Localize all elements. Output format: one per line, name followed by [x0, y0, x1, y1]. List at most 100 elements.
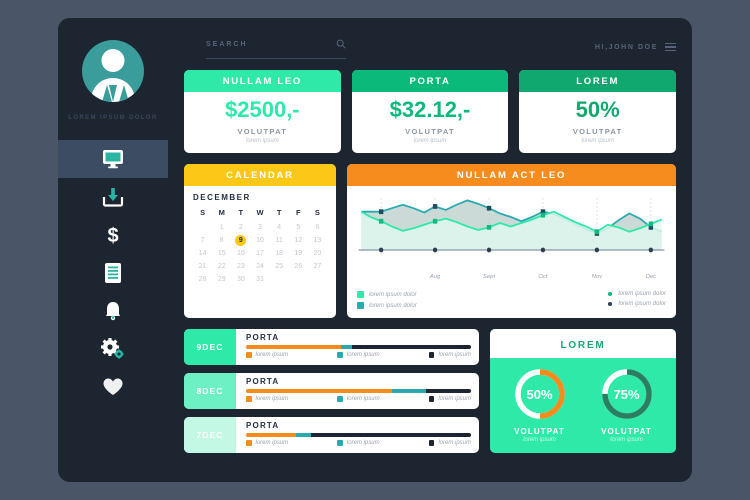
calendar-day-today[interactable]: 9 — [235, 235, 247, 246]
donut-card: LOREM 50% VOLUTPAT lorem ipsum 75% VOLUTPAT l… — [490, 329, 676, 453]
calendar-day[interactable]: 27 — [308, 261, 327, 272]
list-item-date: 8DEC — [184, 373, 236, 409]
legend-label: lorem ipsum dolor — [369, 302, 417, 309]
kpi-card[interactable]: PORTA $32.12,- VOLUTPAT lorem ipsum — [351, 70, 509, 153]
calendar-day[interactable]: 8 — [212, 235, 231, 246]
calendar-day[interactable]: 3 — [250, 222, 269, 233]
calendar-day[interactable]: 16 — [231, 248, 250, 259]
calendar-day[interactable]: 4 — [270, 222, 289, 233]
calendar-day[interactable]: 22 — [212, 261, 231, 272]
sidebar-item-dashboard[interactable] — [58, 140, 168, 178]
calendar-day[interactable]: 14 — [193, 248, 212, 259]
chart-marker — [486, 205, 492, 211]
chart-marker — [432, 218, 438, 224]
calendar-day[interactable]: 11 — [270, 235, 289, 246]
calendar-day[interactable]: 5 — [289, 222, 308, 233]
list-item[interactable]: 7DEC PORTA lorem ipsum lorem ipsum lorem ips… — [184, 417, 479, 453]
kpi-body: $2500,- VOLUTPAT lorem ipsum — [225, 92, 300, 153]
list-item[interactable]: 9DEC PORTA lorem ipsum lorem ipsum lorem ips… — [184, 329, 479, 365]
magnifier-icon[interactable] — [336, 36, 346, 54]
sidebar-item-documents[interactable] — [58, 254, 168, 292]
progress-segment-primary — [246, 389, 393, 393]
calendar-day[interactable]: 28 — [193, 274, 212, 285]
kpi-subtitle: VOLUTPAT — [405, 127, 455, 136]
list-item-body: PORTA lorem ipsum lorem ipsum lorem ipsum — [236, 373, 479, 409]
list-item-date: 9DEC — [184, 329, 236, 365]
legend-label: lorem ipsum dolor — [618, 301, 666, 307]
calendar-day[interactable]: 29 — [212, 274, 231, 285]
calendar-day[interactable]: 10 — [250, 235, 269, 246]
legend-label: lorem ipsum — [438, 396, 471, 402]
calendar-day[interactable]: 7 — [193, 235, 212, 246]
calendar-body: DECEMBER S M T W T F S 1 2 3 4 5 6 7 8 9 10 11 12 13 14 15 16 1… — [184, 186, 336, 295]
legend-swatch — [246, 440, 252, 446]
calendar-blank — [193, 222, 212, 233]
calendar-grid[interactable]: S M T W T F S 1 2 3 4 5 6 7 8 9 10 11 12 13 14 15 16 17 18 19 20 21… — [193, 208, 327, 285]
sidebar-item-settings[interactable] — [58, 330, 168, 368]
list-item-title: PORTA — [246, 377, 280, 386]
progress-segment-remainder — [426, 389, 471, 393]
sidebar-item-notifications[interactable] — [58, 292, 168, 330]
calendar-weekday: F — [295, 208, 301, 217]
kpi-subtitle: VOLUTPAT — [237, 127, 288, 136]
calendar-day[interactable]: 15 — [212, 248, 231, 259]
kpi-value: 50% — [575, 97, 620, 122]
calendar-day[interactable]: 24 — [250, 261, 269, 272]
legend-swatch — [428, 352, 435, 358]
chart-card: NULLAM ACT LEO Aug Sept Oct Nov Dec lorem ip… — [347, 164, 676, 318]
legend-item: lorem ipsum — [337, 396, 380, 402]
legend-label: lorem ipsum — [255, 396, 289, 402]
kpi-value: $32.12,- — [389, 97, 471, 122]
kpi-card[interactable]: NULLAM LEO $2500,- VOLUTPAT lorem ipsum — [184, 70, 341, 153]
legend-label: lorem ipsum dolor — [618, 291, 666, 297]
calendar-day[interactable]: 31 — [250, 274, 269, 285]
search-input[interactable]: SEARCH — [206, 36, 346, 59]
calendar-day[interactable]: 21 — [193, 261, 212, 272]
hamburger-menu-icon[interactable] — [665, 42, 676, 52]
list-item[interactable]: 8DEC PORTA lorem ipsum lorem ipsum lorem ips… — [184, 373, 479, 409]
chart-axis-marker — [378, 247, 384, 253]
legend-item: lorem ipsum — [337, 440, 380, 446]
heart-icon — [102, 377, 124, 397]
calendar-day[interactable]: 12 — [289, 235, 308, 246]
calendar-day[interactable]: 2 — [231, 222, 250, 233]
user-area[interactable]: HI,JOHN DOE — [595, 42, 676, 52]
legend-swatch — [607, 292, 612, 296]
calendar-day[interactable]: 6 — [308, 222, 327, 233]
calendar-day[interactable]: 20 — [308, 248, 327, 259]
calendar-day[interactable]: 17 — [250, 248, 269, 259]
middle-row: CALENDAR DECEMBER S M T W T F S 1 2 3 4 5 6 7 8 9 10 11 12… — [184, 164, 676, 318]
calendar-weekday: W — [256, 208, 264, 217]
topbar: SEARCH HI,JOHN DOE — [184, 18, 676, 66]
chart-marker — [378, 209, 384, 215]
legend-swatch — [428, 440, 435, 446]
legend-label: lorem ipsum — [255, 352, 289, 358]
calendar-day[interactable]: 13 — [308, 235, 327, 246]
chart-axis-marker — [648, 247, 654, 253]
calendar-month: DECEMBER — [193, 193, 251, 202]
calendar-day[interactable]: 18 — [270, 248, 289, 259]
sidebar-item-favorites[interactable] — [58, 368, 168, 406]
calendar-day[interactable]: 26 — [289, 261, 308, 272]
progress-legend: lorem ipsum lorem ipsum lorem ipsum — [246, 440, 471, 446]
calendar-day[interactable]: 23 — [231, 261, 250, 272]
chart-axis-marker — [486, 247, 492, 253]
download-icon — [102, 187, 124, 207]
list-item-title: PORTA — [246, 333, 280, 342]
calendar-weekday: T — [238, 208, 244, 217]
chart-axis-marker — [432, 247, 438, 253]
legend-swatch — [357, 291, 364, 298]
sidebar-item-billing[interactable]: $ — [58, 216, 168, 254]
progress-bar — [246, 433, 471, 437]
legend-item: lorem ipsum — [428, 440, 471, 446]
calendar-weekday: T — [276, 208, 282, 217]
calendar-day[interactable]: 30 — [231, 274, 250, 285]
calendar-day[interactable]: 25 — [270, 261, 289, 272]
calendar-day[interactable]: 19 — [289, 248, 308, 259]
kpi-card[interactable]: LOREM 50% VOLUTPAT lorem ipsum — [519, 70, 677, 153]
legend-swatch — [357, 302, 364, 309]
chart-marker — [378, 218, 384, 224]
calendar-day[interactable]: 1 — [212, 222, 231, 233]
donut-subcaption: lorem ipsum — [523, 437, 556, 443]
sidebar-item-downloads[interactable] — [58, 178, 168, 216]
